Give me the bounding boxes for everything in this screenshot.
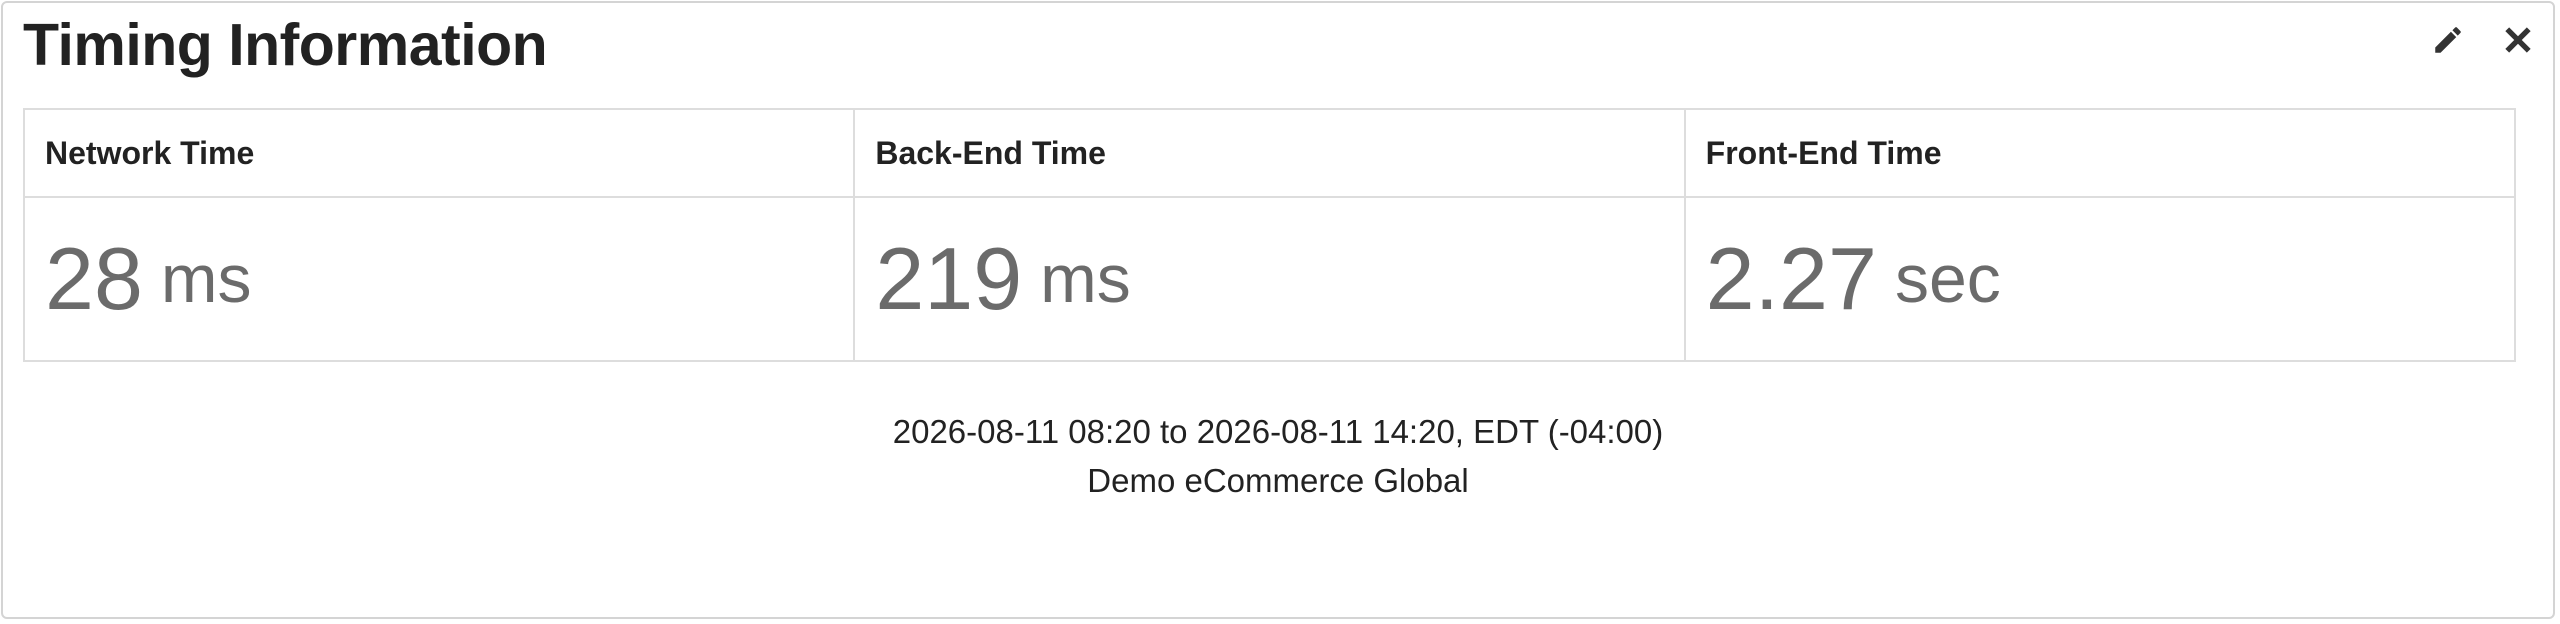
metric-value: 28	[45, 229, 143, 328]
metric-label: Front-End Time	[1685, 110, 2514, 198]
timing-metrics-table: Network Time 28 ms Back-End Time 219 ms …	[23, 108, 2516, 362]
metric-unit: ms	[1040, 241, 1131, 317]
timing-information-widget: Timing Information Network Time 28 ms Ba…	[1, 1, 2555, 619]
widget-title: Timing Information	[23, 12, 548, 78]
metric-label: Back-End Time	[855, 110, 1684, 198]
application-name-text: Demo eCommerce Global	[1087, 462, 1469, 499]
time-range-text: 2026-08-11 08:20 to 2026-08-11 14:20, ED…	[892, 413, 1664, 450]
widget-toolbar	[2431, 21, 2537, 59]
metric-unit: ms	[160, 241, 252, 317]
back-end-time-metric: Back-End Time 219 ms	[855, 110, 1686, 360]
close-icon[interactable]	[2499, 21, 2537, 59]
metric-reading: 219 ms	[855, 198, 1683, 360]
metric-reading: 2.27 sec	[1686, 198, 2514, 360]
metric-value: 219	[875, 229, 1023, 328]
metric-unit: sec	[1894, 241, 2001, 317]
metric-reading: 28 ms	[25, 198, 853, 360]
network-time-metric: Network Time 28 ms	[25, 110, 856, 360]
metric-value: 2.27	[1705, 229, 1877, 328]
pencil-icon[interactable]	[2431, 23, 2465, 57]
front-end-time-metric: Front-End Time 2.27 sec	[1685, 110, 2514, 360]
metric-label: Network Time	[25, 110, 854, 198]
